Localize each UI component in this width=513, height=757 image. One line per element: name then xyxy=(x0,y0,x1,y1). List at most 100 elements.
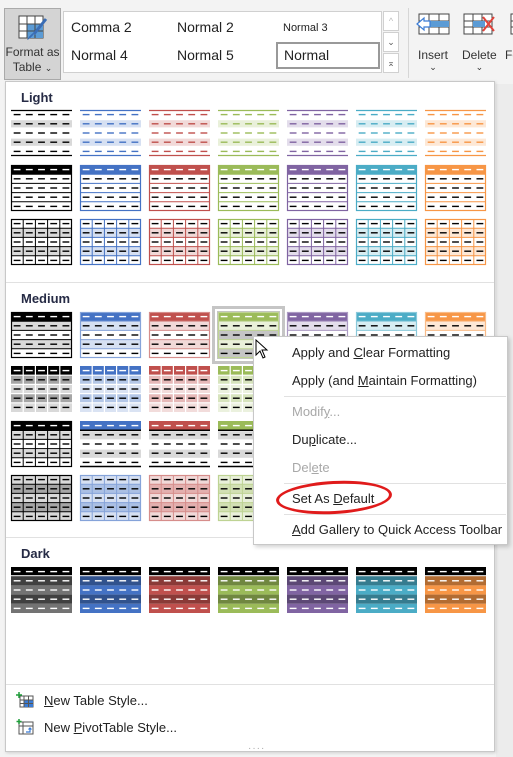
table-style-light-light-banded-black[interactable] xyxy=(10,109,73,157)
menu-set-as-default[interactable]: Set As Default xyxy=(292,491,374,506)
table-style-dark-dark-purple[interactable] xyxy=(286,566,349,614)
table-style-preview xyxy=(79,164,142,212)
format-as-table-icon xyxy=(18,15,47,40)
table-style-medium-medium-header-blue[interactable] xyxy=(79,311,142,359)
section-divider xyxy=(6,684,494,685)
delete-cells-icon xyxy=(463,13,496,35)
table-style-preview xyxy=(80,421,141,468)
table-style-medium-medium-grid-fill-blue[interactable] xyxy=(79,474,142,522)
table-style-light-light-grid-purple[interactable] xyxy=(286,218,349,266)
table-style-light-light-grid-orange[interactable] xyxy=(424,218,487,266)
format-as-table-button[interactable]: Format as Table ⌄ xyxy=(4,8,61,80)
table-style-light-light-header-aqua[interactable] xyxy=(355,164,418,212)
table-style-preview xyxy=(286,164,349,212)
menu-separator xyxy=(284,483,506,484)
table-style-preview xyxy=(356,109,417,157)
table-style-medium-medium-header-red[interactable] xyxy=(148,311,211,359)
table-style-medium-medium-gray-band-black[interactable] xyxy=(10,420,73,468)
table-style-light-light-banded-orange[interactable] xyxy=(424,109,487,157)
table-style-preview xyxy=(149,421,210,468)
table-style-light-light-grid-black[interactable] xyxy=(10,218,73,266)
table-style-preview xyxy=(79,311,142,359)
table-style-light-light-header-orange[interactable] xyxy=(424,164,487,212)
table-style-preview xyxy=(355,164,418,212)
table-style-light-light-banded-blue[interactable] xyxy=(79,109,142,157)
gallery-more-button[interactable]: ⌅ xyxy=(383,53,399,73)
table-style-preview xyxy=(148,311,211,359)
table-style-light-light-banded-purple[interactable] xyxy=(286,109,349,157)
cell-styles-gallery: Comma 2 Normal 2 Normal 3 Normal 4 Norma… xyxy=(63,11,382,73)
cell-style-comma-2[interactable]: Comma 2 xyxy=(71,19,132,35)
new-table-style-item[interactable]: New Table Style... xyxy=(16,689,148,711)
table-style-medium-medium-solid-red[interactable] xyxy=(148,365,211,413)
format-as-table-label-1: Format as xyxy=(5,45,60,59)
table-style-light-light-grid-aqua[interactable] xyxy=(355,218,418,266)
table-style-light-light-header-black[interactable] xyxy=(10,164,73,212)
table-style-light-light-header-green[interactable] xyxy=(217,164,280,212)
table-style-preview xyxy=(10,474,73,522)
table-style-medium-medium-header-black[interactable] xyxy=(10,311,73,359)
table-style-medium-medium-gray-band-blue[interactable] xyxy=(79,420,142,468)
table-style-dark-dark-orange[interactable] xyxy=(424,566,487,614)
cell-style-normal-3[interactable]: Normal 3 xyxy=(283,22,328,34)
table-style-preview xyxy=(356,567,417,613)
table-style-preview xyxy=(425,109,486,157)
gallery-scroll-down-button[interactable]: ⌄ xyxy=(383,32,399,52)
table-style-light-light-grid-blue[interactable] xyxy=(79,218,142,266)
section-title-medium: Medium xyxy=(6,285,494,311)
table-style-preview xyxy=(424,164,487,212)
table-style-medium-medium-solid-blue[interactable] xyxy=(79,365,142,413)
table-style-preview xyxy=(79,474,142,522)
table-style-preview xyxy=(10,164,73,212)
table-style-light-light-grid-red[interactable] xyxy=(148,218,211,266)
menu-separator xyxy=(284,396,506,397)
cell-style-normal-4[interactable]: Normal 4 xyxy=(71,47,128,63)
table-style-light-light-header-red[interactable] xyxy=(148,164,211,212)
table-style-preview xyxy=(218,109,279,157)
gallery-scroll-up-button[interactable]: ^ xyxy=(383,11,399,31)
format-as-table-label-2: Table ⌄ xyxy=(12,60,53,74)
table-style-dark-dark-aqua[interactable] xyxy=(355,566,418,614)
table-style-medium-medium-grid-fill-red[interactable] xyxy=(148,474,211,522)
menu-apply-maintain-formatting[interactable]: Apply (and Maintain Formatting) xyxy=(292,373,477,388)
new-pivottable-style-icon xyxy=(16,719,34,735)
table-style-dark-dark-green[interactable] xyxy=(217,566,280,614)
chevron-down-icon: ⌄ xyxy=(429,62,437,72)
table-style-medium-medium-solid-black[interactable] xyxy=(10,365,73,413)
table-style-light-light-banded-green[interactable] xyxy=(217,109,280,157)
table-style-light-light-banded-aqua[interactable] xyxy=(355,109,418,157)
delete-button[interactable]: Delete ⌄ xyxy=(462,12,497,73)
new-pivottable-style-item[interactable]: New PivotTable Style... xyxy=(16,716,177,738)
insert-button[interactable]: Insert ⌄ xyxy=(416,12,450,73)
cell-style-normal[interactable]: Normal xyxy=(276,42,380,69)
table-style-preview xyxy=(425,567,486,613)
table-style-dark-dark-black[interactable] xyxy=(10,566,73,614)
menu-modify[interactable]: Modify... xyxy=(292,404,340,419)
menu-add-gallery-to-qat[interactable]: Add Gallery to Quick Access Toolbar xyxy=(292,522,502,537)
table-style-medium-medium-gray-band-red[interactable] xyxy=(148,420,211,468)
table-style-medium-medium-grid-fill-black[interactable] xyxy=(10,474,73,522)
table-style-light-light-header-purple[interactable] xyxy=(286,164,349,212)
table-style-preview xyxy=(149,109,210,157)
table-style-light-light-banded-red[interactable] xyxy=(148,109,211,157)
insert-label: Insert xyxy=(417,48,448,62)
table-style-preview xyxy=(148,218,211,266)
table-style-preview xyxy=(286,218,349,266)
format-cells-button[interactable]: Fo xyxy=(505,12,513,62)
menu-delete[interactable]: Delete xyxy=(292,460,330,475)
table-style-light-light-grid-green[interactable] xyxy=(217,218,280,266)
table-style-preview xyxy=(218,567,279,613)
section-title-light: Light xyxy=(6,84,494,110)
table-style-preview xyxy=(80,567,141,613)
menu-duplicate[interactable]: Duplicate... xyxy=(292,432,357,447)
table-style-dark-dark-blue[interactable] xyxy=(79,566,142,614)
gallery-scroll: ^ ⌄ ⌅ xyxy=(383,11,399,73)
cell-style-normal-5[interactable]: Normal 5 xyxy=(177,47,234,63)
resize-grip[interactable]: ···· xyxy=(248,743,265,754)
cell-style-normal-2[interactable]: Normal 2 xyxy=(177,19,234,35)
table-style-light-light-header-blue[interactable] xyxy=(79,164,142,212)
table-style-dark-dark-red[interactable] xyxy=(148,566,211,614)
table-style-preview xyxy=(11,366,72,412)
table-style-preview xyxy=(217,218,280,266)
menu-apply-clear-formatting[interactable]: Apply and Clear Formatting xyxy=(292,345,450,360)
